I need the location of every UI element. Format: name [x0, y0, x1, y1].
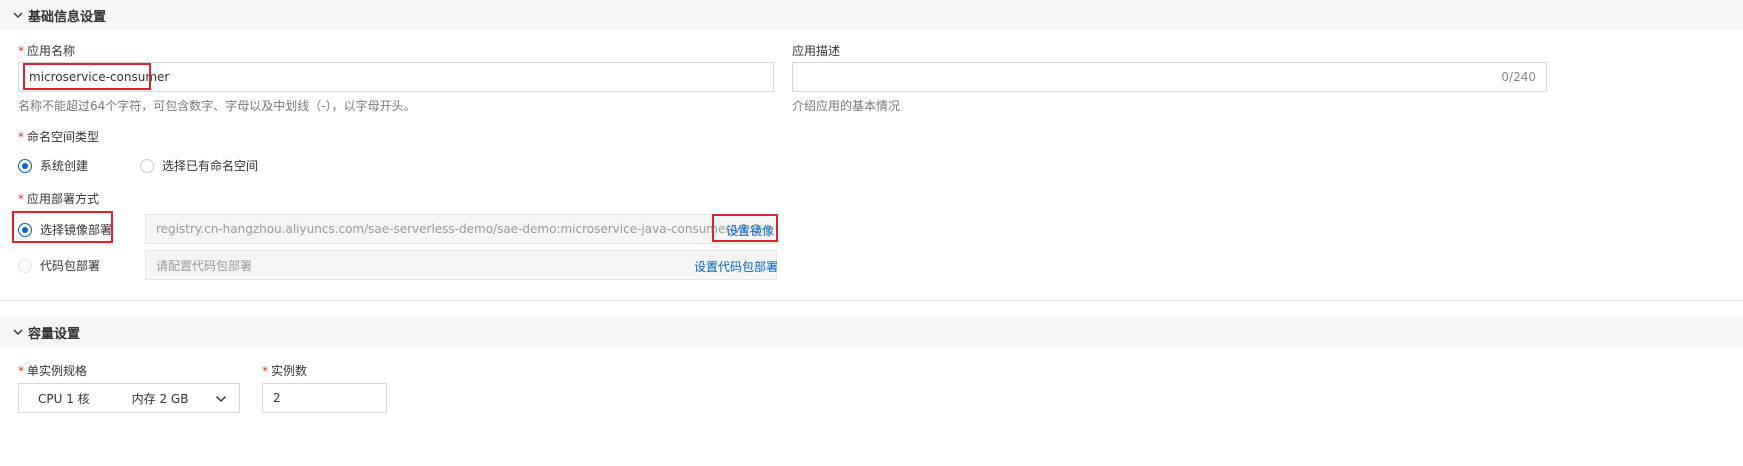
required-mark: *: [18, 130, 24, 144]
package-input: 请配置代码包部署: [145, 250, 777, 280]
radio-package-deploy[interactable]: 代码包部署: [18, 257, 100, 274]
image-address-input: registry.cn-hangzhou.aliyuncs.com/sae-se…: [145, 214, 777, 244]
required-mark: *: [18, 192, 24, 206]
deploy-method-label-text: 应用部署方式: [27, 192, 100, 206]
radio-existing-namespace[interactable]: 选择已有命名空间: [140, 157, 258, 174]
section-title: 基础信息设置: [28, 9, 107, 25]
radio-label: 选择镜像部署: [40, 223, 113, 237]
app-name-value: microservice-consumer: [29, 70, 170, 84]
set-image-link[interactable]: 设置镜像: [726, 222, 774, 239]
app-desc-label: 应用描述: [792, 44, 841, 58]
basic-info-section-header[interactable]: 基础信息设置: [0, 0, 1743, 30]
image-address-value: registry.cn-hangzhou.aliyuncs.com/sae-se…: [156, 222, 760, 236]
radio-dot: [18, 222, 32, 237]
section-divider: [0, 300, 1743, 301]
radio-dot: [18, 158, 32, 173]
instance-count-label: * 实例数: [262, 362, 307, 379]
capacity-section-header[interactable]: 容量设置: [0, 317, 1743, 347]
memory-value: 内存 2 GB: [131, 391, 189, 406]
app-desc-hint: 介绍应用的基本情况: [792, 99, 901, 113]
radio-label: 选择已有命名空间: [162, 159, 259, 173]
required-mark: *: [262, 364, 268, 378]
radio-image-deploy[interactable]: 选择镜像部署: [18, 221, 112, 238]
chevron-down-icon: [216, 396, 226, 402]
section-title: 容量设置: [28, 326, 81, 342]
deploy-method-label: * 应用部署方式: [18, 190, 99, 207]
namespace-label-text: 命名空间类型: [27, 130, 100, 144]
radio-dot: [18, 258, 32, 273]
cpu-value: CPU 1 核: [38, 391, 90, 406]
char-counter: 0/240: [1501, 70, 1536, 84]
chevron-down-icon: [13, 12, 23, 18]
app-desc-input[interactable]: 0/240: [792, 62, 1547, 92]
package-placeholder: 请配置代码包部署: [156, 258, 253, 273]
app-name-label: * 应用名称: [18, 42, 75, 59]
set-package-link[interactable]: 设置代码包部署: [694, 258, 778, 275]
namespace-label: * 命名空间类型: [18, 128, 99, 145]
instance-spec-label-text: 单实例规格: [27, 364, 88, 378]
radio-label: 系统创建: [40, 159, 89, 173]
instance-count-value: 2: [273, 391, 281, 405]
radio-dot: [140, 158, 154, 173]
instance-spec-select[interactable]: CPU 1 核 内存 2 GB: [18, 383, 240, 413]
required-mark: *: [18, 364, 24, 378]
instance-count-input[interactable]: 2: [262, 383, 387, 413]
app-name-hint: 名称不能超过64个字符，可包含数字、字母以及中划线（-），以字母开头。: [18, 99, 416, 113]
app-name-label-text: 应用名称: [27, 44, 76, 58]
required-mark: *: [18, 44, 24, 58]
radio-system-create[interactable]: 系统创建: [18, 157, 88, 174]
app-name-input[interactable]: microservice-consumer: [18, 62, 774, 92]
chevron-down-icon: [13, 329, 23, 335]
instance-spec-label: * 单实例规格: [18, 362, 87, 379]
radio-label: 代码包部署: [40, 259, 101, 273]
instance-count-label-text: 实例数: [271, 364, 308, 378]
